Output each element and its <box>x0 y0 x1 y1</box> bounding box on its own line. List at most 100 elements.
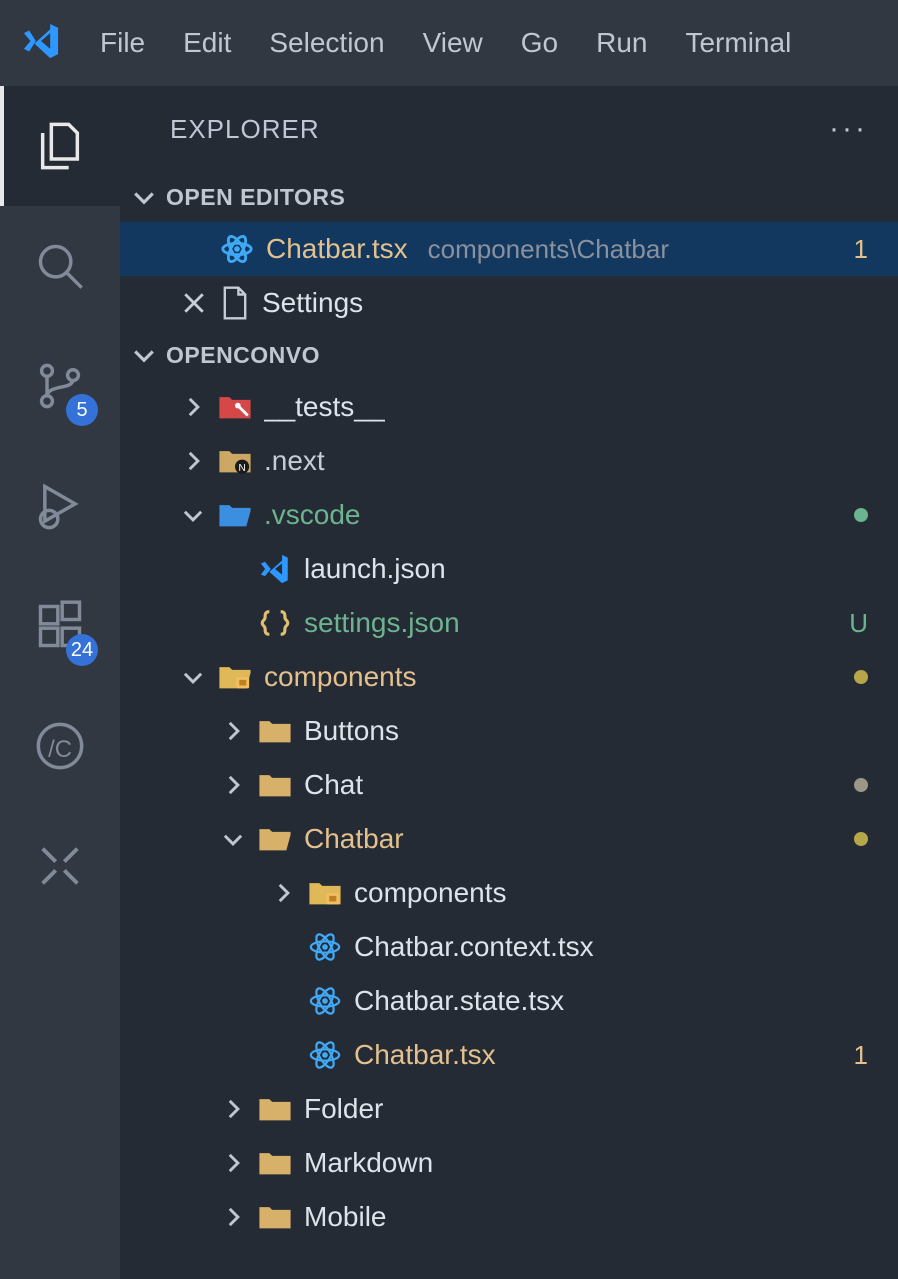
chevron-right-icon <box>220 1204 246 1230</box>
tree-item-folder[interactable]: Folder <box>120 1082 898 1136</box>
git-status-dot <box>854 670 868 684</box>
tree-item-label: settings.json <box>304 607 460 639</box>
sidebar-title: EXPLORER <box>170 114 320 145</box>
tree-item-components[interactable]: components <box>120 650 898 704</box>
open-editor-chatbar[interactable]: Chatbar.tsx components\Chatbar 1 <box>120 222 898 276</box>
tree-item-chatbar-tsx[interactable]: Chatbar.tsx 1 <box>120 1028 898 1082</box>
open-editor-settings[interactable]: Settings <box>120 276 898 330</box>
menu-go[interactable]: Go <box>521 27 558 59</box>
chevron-down-icon <box>220 826 246 852</box>
tree-item-chatbar-state-tsx[interactable]: Chatbar.state.tsx <box>120 974 898 1028</box>
activity-explorer[interactable] <box>0 86 120 206</box>
react-icon <box>220 232 254 266</box>
open-editor-path: components\Chatbar <box>428 234 669 265</box>
chevron-right-icon <box>220 772 246 798</box>
svg-text:/C: /C <box>48 736 72 763</box>
tree-item-label: Chatbar.tsx <box>354 1039 496 1071</box>
tree-item-label: components <box>354 877 507 909</box>
menu-edit[interactable]: Edit <box>183 27 231 59</box>
close-icon[interactable] <box>180 289 208 317</box>
open-editor-label: Chatbar.tsx <box>266 233 408 265</box>
folder-icon <box>218 498 252 532</box>
section-workspace[interactable]: OPENCONVO <box>120 330 898 380</box>
svg-text:N: N <box>239 463 246 474</box>
open-editor-problems: 1 <box>854 234 868 265</box>
chevron-down-icon <box>130 341 158 369</box>
folder-icon <box>218 390 252 424</box>
chevron-right-icon <box>180 394 206 420</box>
chevron-right-icon <box>180 448 206 474</box>
tree-item-label: Chatbar <box>304 823 404 855</box>
more-actions-icon[interactable]: ··· <box>829 112 868 146</box>
tree-item-settings-json[interactable]: settings.json U <box>120 596 898 650</box>
tree-item-label: __tests__ <box>264 391 385 423</box>
chevron-down-icon <box>180 502 206 528</box>
tree-item-chatbar[interactable]: Chatbar <box>120 812 898 866</box>
tree-item-label: Mobile <box>304 1201 386 1233</box>
json-icon <box>258 606 292 640</box>
chevron-right-icon <box>220 1096 246 1122</box>
codeium-icon: /C <box>34 720 86 772</box>
menu-run[interactable]: Run <box>596 27 647 59</box>
react-icon <box>308 984 342 1018</box>
menubar: File Edit Selection View Go Run Terminal <box>0 0 898 86</box>
git-status-dot <box>854 508 868 522</box>
git-status-dot <box>854 778 868 792</box>
folder-icon <box>258 768 292 802</box>
chevron-right-icon <box>220 1150 246 1176</box>
menu-view[interactable]: View <box>423 27 483 59</box>
activity-extensions[interactable]: 24 <box>0 566 120 686</box>
tree-item-chatbar-context-tsx[interactable]: Chatbar.context.tsx <box>120 920 898 974</box>
menu-terminal[interactable]: Terminal <box>685 27 791 59</box>
folder-icon <box>258 1092 292 1126</box>
tree-item-label: Buttons <box>304 715 399 747</box>
tree-item-label: Chatbar.state.tsx <box>354 985 564 1017</box>
react-icon <box>308 1038 342 1072</box>
tree-item-label: Markdown <box>304 1147 433 1179</box>
folder-icon <box>258 1146 292 1180</box>
activity-run-debug[interactable] <box>0 446 120 566</box>
chevron-right-icon <box>270 880 296 906</box>
vscode-icon <box>258 552 292 586</box>
tree-item-markdown[interactable]: Markdown <box>120 1136 898 1190</box>
chevron-down-icon <box>180 664 206 690</box>
git-status-label: 1 <box>854 1040 868 1071</box>
tree-item-chat[interactable]: Chat <box>120 758 898 812</box>
activity-search[interactable] <box>0 206 120 326</box>
menu-file[interactable]: File <box>100 27 145 59</box>
search-icon <box>34 240 86 292</box>
scm-badge: 5 <box>66 394 98 426</box>
menu-selection[interactable]: Selection <box>269 27 384 59</box>
activity-codeium[interactable]: /C <box>0 686 120 806</box>
tree-item-label: .vscode <box>264 499 361 531</box>
tools-icon <box>34 840 86 892</box>
tree-item-label: .next <box>264 445 325 477</box>
git-status-label: U <box>849 608 868 639</box>
activity-bar: 5 24 /C <box>0 86 120 1279</box>
section-workspace-title: OPENCONVO <box>166 342 320 369</box>
section-open-editors[interactable]: OPEN EDITORS <box>120 172 898 222</box>
folder-icon <box>258 1200 292 1234</box>
chevron-right-icon <box>220 718 246 744</box>
activity-copilot[interactable] <box>0 806 120 926</box>
tree-item-buttons[interactable]: Buttons <box>120 704 898 758</box>
activity-source-control[interactable]: 5 <box>0 326 120 446</box>
open-editor-label: Settings <box>262 287 363 319</box>
tree-item-launch-json[interactable]: launch.json <box>120 542 898 596</box>
tree-item-mobile[interactable]: Mobile <box>120 1190 898 1244</box>
section-open-editors-title: OPEN EDITORS <box>166 184 345 211</box>
tree-item--next[interactable]: N .next <box>120 434 898 488</box>
tree-item-components[interactable]: components <box>120 866 898 920</box>
extensions-badge: 24 <box>66 634 98 666</box>
vscode-logo-icon <box>20 20 62 67</box>
tree-item--vscode[interactable]: .vscode <box>120 488 898 542</box>
tree-item-label: components <box>264 661 417 693</box>
tree-item--tests-[interactable]: __tests__ <box>120 380 898 434</box>
folder-icon <box>258 714 292 748</box>
git-status-dot <box>854 832 868 846</box>
react-icon <box>308 930 342 964</box>
play-bug-icon <box>34 480 86 532</box>
chevron-down-icon <box>130 183 158 211</box>
tree-item-label: launch.json <box>304 553 446 585</box>
folder-icon: N <box>218 444 252 478</box>
